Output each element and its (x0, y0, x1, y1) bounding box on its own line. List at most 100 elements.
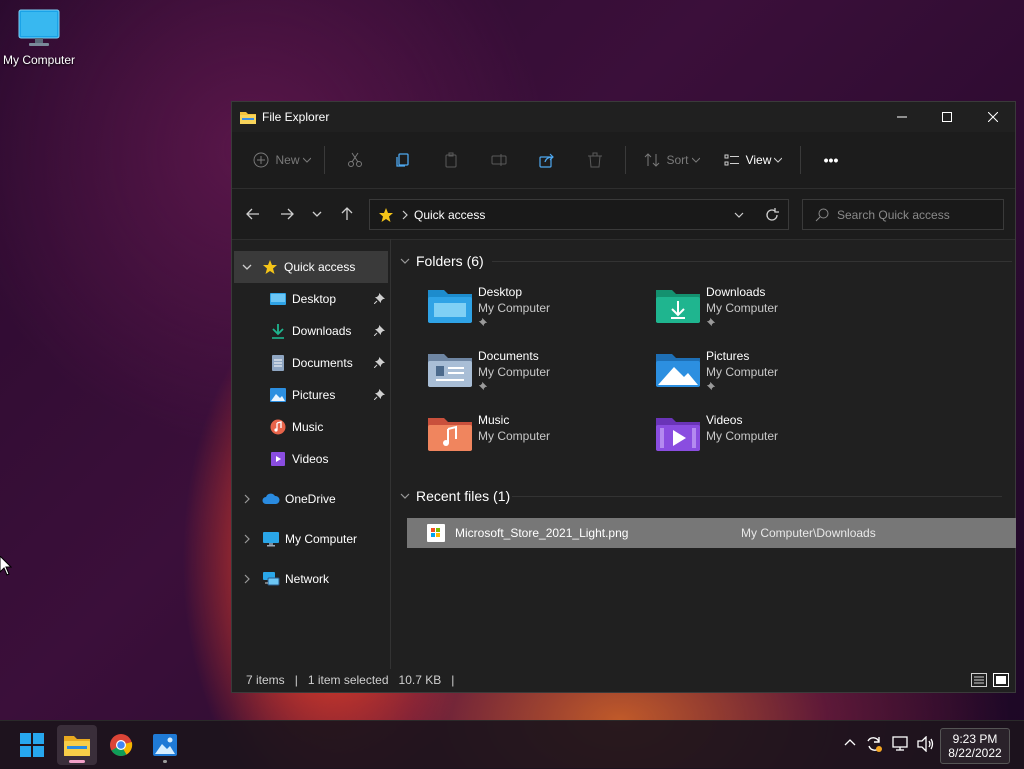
plus-circle-icon (253, 152, 269, 168)
chevron-down-icon[interactable] (734, 212, 744, 218)
close-icon (988, 112, 998, 122)
recent-section-header[interactable]: Recent files (1) (392, 482, 1002, 510)
pin-icon (706, 381, 716, 391)
folder-tile-pictures[interactable]: Pictures My Computer (656, 347, 876, 403)
sidebar-item-quick-access[interactable]: Quick access (234, 251, 388, 283)
folder-tile-desktop[interactable]: Desktop My Computer (428, 283, 648, 339)
clipboard-icon (445, 152, 457, 168)
navigation-pane: Quick access Desktop Downloads Documents… (232, 239, 391, 669)
file-explorer-window: File Explorer New Sort View ••• Quick ac… (231, 101, 1016, 693)
more-options-button[interactable]: ••• (807, 142, 855, 178)
view-list-icon (724, 154, 739, 166)
sidebar-item-my-computer[interactable]: My Computer (232, 523, 390, 555)
running-indicator (163, 760, 167, 763)
chevron-down-icon (302, 157, 311, 163)
chevron-down-icon (774, 157, 783, 163)
selection-count: 1 item selected (307, 673, 389, 687)
folder-location: My Computer (478, 301, 551, 315)
clock[interactable]: 9:23 PM 8/22/2022 (940, 728, 1010, 764)
chevron-down-icon (400, 493, 410, 499)
refresh-icon[interactable] (765, 207, 779, 222)
sidebar-item-desktop[interactable]: Desktop (232, 283, 390, 315)
close-button[interactable] (970, 102, 1016, 132)
folder-tile-documents[interactable]: Documents My Computer (428, 347, 648, 403)
view-button[interactable]: View (712, 142, 794, 178)
taskbar-photos[interactable] (145, 725, 185, 765)
videos-icon (270, 451, 286, 467)
folder-name: Desktop (478, 285, 523, 299)
documents-folder-icon (428, 354, 472, 387)
music-folder-icon (428, 418, 472, 451)
address-bar[interactable]: Quick access (369, 199, 789, 230)
sort-button[interactable]: Sort (632, 142, 712, 178)
pictures-icon (270, 387, 286, 403)
arrow-up-icon (341, 207, 353, 220)
sidebar-item-pictures[interactable]: Pictures (232, 379, 390, 411)
status-divider: | (294, 673, 298, 687)
sidebar-item-label: Videos (292, 452, 329, 466)
search-input[interactable]: Search Quick access (837, 208, 950, 222)
breadcrumb[interactable]: Quick access (414, 208, 485, 222)
chevron-down-icon[interactable] (242, 264, 252, 270)
back-button[interactable] (236, 199, 270, 229)
folder-tile-music[interactable]: Music My Computer (428, 411, 648, 467)
toolbar-separator (625, 146, 626, 174)
maximize-icon (942, 112, 952, 122)
paste-button[interactable] (427, 142, 475, 178)
new-button[interactable]: New (246, 142, 318, 178)
status-bar: 7 items | 1 item selected 10.7 KB | (232, 668, 1015, 692)
taskbar-chrome[interactable] (101, 725, 141, 765)
arrow-right-icon (281, 208, 294, 220)
folder-tile-videos[interactable]: Videos My Computer (656, 411, 876, 467)
volume-icon[interactable] (917, 736, 935, 752)
windows-start-icon (20, 733, 44, 757)
sidebar-item-downloads[interactable]: Downloads (232, 315, 390, 347)
folder-tile-downloads[interactable]: Downloads My Computer (656, 283, 876, 339)
mouse-cursor-icon (0, 556, 12, 576)
rename-button[interactable] (475, 142, 523, 178)
taskbar-file-explorer[interactable] (57, 725, 97, 765)
delete-button[interactable] (571, 142, 619, 178)
recent-file-row[interactable]: Microsoft_Store_2021_Light.png My Comput… (407, 518, 1016, 548)
sidebar-item-onedrive[interactable]: OneDrive (232, 483, 390, 515)
tiles-view-icon[interactable] (993, 673, 1009, 687)
item-count: 7 items (246, 673, 285, 687)
recent-locations-button[interactable] (304, 199, 330, 229)
sidebar-item-videos[interactable]: Videos (232, 443, 390, 475)
chevron-right-icon[interactable] (244, 574, 250, 584)
monitor-icon (18, 9, 60, 46)
folder-location: My Computer (706, 301, 779, 315)
network-icon (262, 571, 280, 587)
status-divider: | (451, 673, 455, 687)
document-icon (270, 355, 286, 371)
chevron-up-icon[interactable] (844, 738, 856, 746)
chrome-icon (110, 734, 133, 756)
title-bar[interactable]: File Explorer (232, 102, 1015, 132)
desktop-icon-label: My Computer (2, 53, 76, 67)
folder-location: My Computer (478, 365, 551, 379)
chevron-right-icon[interactable] (244, 534, 250, 544)
network-status-icon[interactable] (892, 736, 910, 752)
copy-button[interactable] (379, 142, 427, 178)
sidebar-item-network[interactable]: Network (232, 563, 390, 595)
desktop-icon-my-computer[interactable]: My Computer (2, 8, 76, 67)
share-button[interactable] (523, 142, 571, 178)
taskbar: 9:23 PM 8/22/2022 (0, 720, 1024, 769)
sync-icon[interactable] (865, 735, 883, 753)
forward-button[interactable] (270, 199, 304, 229)
section-divider (492, 261, 1012, 262)
folders-grid: Desktop My Computer Downloads My Compute… (392, 275, 1015, 471)
toolbar-separator (324, 146, 325, 174)
sort-icon (645, 153, 660, 167)
pin-icon (374, 325, 385, 336)
search-box[interactable]: Search Quick access (802, 199, 1004, 230)
details-view-icon[interactable] (971, 673, 987, 687)
start-button[interactable] (12, 725, 52, 765)
cut-button[interactable] (331, 142, 379, 178)
sidebar-item-music[interactable]: Music (232, 411, 390, 443)
minimize-button[interactable] (879, 102, 925, 132)
up-button[interactable] (330, 199, 364, 229)
sidebar-item-documents[interactable]: Documents (232, 347, 390, 379)
chevron-right-icon[interactable] (244, 494, 250, 504)
maximize-button[interactable] (924, 102, 970, 132)
